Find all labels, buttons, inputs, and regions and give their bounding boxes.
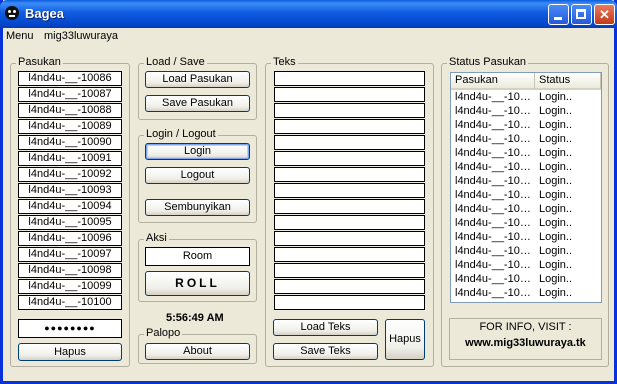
password-field[interactable]: ●●●●●●●●: [18, 319, 122, 338]
status-cell-status[interactable]: Login..: [539, 273, 599, 285]
pasukan-list-item[interactable]: l4nd4u-__-10096: [18, 231, 122, 246]
teks-row[interactable]: [274, 199, 425, 214]
teks-row[interactable]: [274, 279, 425, 294]
status-cell-pasukan[interactable]: l4nd4u-__-10091: [455, 161, 533, 173]
pasukan-list-item[interactable]: l4nd4u-__-10100: [18, 295, 122, 310]
minimize-button[interactable]: [548, 4, 569, 25]
status-cell-pasukan[interactable]: l4nd4u-__-10097: [455, 245, 533, 257]
pasukan-hapus-button[interactable]: Hapus: [18, 343, 122, 361]
sembunyikan-button[interactable]: Sembunyikan: [145, 199, 250, 216]
status-cell-status[interactable]: Login..: [539, 245, 599, 257]
status-cell-pasukan[interactable]: l4nd4u-__-10087: [455, 105, 533, 117]
pasukan-list-item[interactable]: l4nd4u-__-10086: [18, 71, 122, 86]
logout-button[interactable]: Logout: [145, 167, 250, 184]
pasukan-list-item[interactable]: l4nd4u-__-10089: [18, 119, 122, 134]
status-cell-status[interactable]: Login..: [539, 217, 599, 229]
column-header-pasukan[interactable]: Pasukan: [451, 73, 535, 90]
pasukan-list-item[interactable]: l4nd4u-__-10099: [18, 279, 122, 294]
column-header-status[interactable]: Status: [535, 73, 601, 90]
login-button[interactable]: Login: [145, 143, 250, 160]
save-pasukan-button[interactable]: Save Pasukan: [145, 95, 250, 112]
status-cell-status[interactable]: Login..: [539, 161, 599, 173]
status-cell-status[interactable]: Login..: [539, 231, 599, 243]
info-line-1: FOR INFO, VISIT :: [479, 321, 572, 333]
teks-label: Teks: [271, 56, 298, 68]
teks-row[interactable]: [274, 295, 425, 310]
pasukan-list-item[interactable]: l4nd4u-__-10095: [18, 215, 122, 230]
status-label: Status Pasukan: [447, 56, 529, 68]
status-cell-pasukan[interactable]: l4nd4u-__-10096: [455, 231, 533, 243]
teks-row[interactable]: [274, 119, 425, 134]
status-cell-pasukan[interactable]: l4nd4u-__-10090: [455, 147, 533, 159]
status-cell-status[interactable]: Login..: [539, 175, 599, 187]
status-cell-status[interactable]: Login..: [539, 147, 599, 159]
room-input[interactable]: Room: [145, 247, 250, 266]
status-cell-pasukan[interactable]: l4nd4u-__-10095: [455, 217, 533, 229]
close-button[interactable]: [594, 4, 615, 25]
teks-row[interactable]: [274, 87, 425, 102]
status-cell-status[interactable]: Login..: [539, 91, 599, 103]
status-cell-status[interactable]: Login..: [539, 287, 599, 299]
about-button[interactable]: About: [145, 343, 250, 360]
status-cell-pasukan[interactable]: l4nd4u-__-10092: [455, 175, 533, 187]
pasukan-list-item[interactable]: l4nd4u-__-10090: [18, 135, 122, 150]
window-title: Bagea: [25, 6, 65, 21]
menu-item-menu[interactable]: Menu: [6, 30, 34, 42]
status-cell-status[interactable]: Login..: [539, 119, 599, 131]
pasukan-list-item[interactable]: l4nd4u-__-10088: [18, 103, 122, 118]
pasukan-list-item[interactable]: l4nd4u-__-10092: [18, 167, 122, 182]
aksi-label: Aksi: [144, 232, 169, 244]
load-pasukan-button[interactable]: Load Pasukan: [145, 71, 250, 88]
app-skull-icon: [5, 6, 19, 20]
status-cell-pasukan[interactable]: l4nd4u-__-10098: [455, 259, 533, 271]
teks-row[interactable]: [274, 215, 425, 230]
pasukan-list-item[interactable]: l4nd4u-__-10093: [18, 183, 122, 198]
info-box: FOR INFO, VISIT : www.mig33luwuraya.tk: [449, 318, 602, 360]
teks-row[interactable]: [274, 247, 425, 262]
title-bar: Bagea: [0, 0, 617, 28]
load-teks-button[interactable]: Load Teks: [273, 319, 378, 336]
pasukan-list-item[interactable]: l4nd4u-__-10094: [18, 199, 122, 214]
pasukan-group-label: Pasukan: [16, 56, 63, 68]
status-cell-pasukan[interactable]: l4nd4u-__-10094: [455, 203, 533, 215]
menu-bar: Menu mig33luwuraya: [3, 28, 614, 45]
teks-row[interactable]: [274, 231, 425, 246]
status-cell-pasukan[interactable]: l4nd4u-__-10088: [455, 119, 533, 131]
teks-row[interactable]: [274, 151, 425, 166]
maximize-button[interactable]: [571, 4, 592, 25]
pasukan-list-item[interactable]: l4nd4u-__-10098: [18, 263, 122, 278]
teks-row[interactable]: [274, 183, 425, 198]
status-cell-pasukan[interactable]: l4nd4u-__-10099: [455, 273, 533, 285]
status-cell-status[interactable]: Login..: [539, 259, 599, 271]
teks-row[interactable]: [274, 71, 425, 86]
status-cell-pasukan[interactable]: l4nd4u-__-10086: [455, 91, 533, 103]
teks-row[interactable]: [274, 263, 425, 278]
status-cell-status[interactable]: Login..: [539, 189, 599, 201]
teks-row[interactable]: [274, 167, 425, 182]
status-cell-status[interactable]: Login..: [539, 133, 599, 145]
clock-label: 5:56:49 AM: [166, 312, 224, 324]
teks-row[interactable]: [274, 135, 425, 150]
roll-button[interactable]: ROLL: [145, 271, 250, 296]
pasukan-list-item[interactable]: l4nd4u-__-10097: [18, 247, 122, 262]
teks-row[interactable]: [274, 103, 425, 118]
status-cell-pasukan[interactable]: l4nd4u-__-10100: [455, 287, 533, 299]
load-save-label: Load / Save: [144, 56, 207, 68]
info-link[interactable]: www.mig33luwuraya.tk: [450, 337, 601, 349]
pasukan-list-item[interactable]: l4nd4u-__-10091: [18, 151, 122, 166]
status-cell-pasukan[interactable]: l4nd4u-__-10089: [455, 133, 533, 145]
status-cell-pasukan[interactable]: l4nd4u-__-10093: [455, 189, 533, 201]
status-cell-status[interactable]: Login..: [539, 203, 599, 215]
status-table[interactable]: Pasukan Status l4nd4u-__-10086 Login.. l4n…: [450, 72, 602, 303]
status-cell-status[interactable]: Login..: [539, 105, 599, 117]
palopo-label: Palopo: [144, 327, 183, 339]
menu-item-mig33luwuraya[interactable]: mig33luwuraya: [44, 30, 118, 42]
teks-hapus-button[interactable]: Hapus: [385, 319, 425, 360]
login-logout-label: Login / Logout: [144, 128, 218, 140]
save-teks-button[interactable]: Save Teks: [273, 343, 378, 360]
pasukan-list-item[interactable]: l4nd4u-__-10087: [18, 87, 122, 102]
